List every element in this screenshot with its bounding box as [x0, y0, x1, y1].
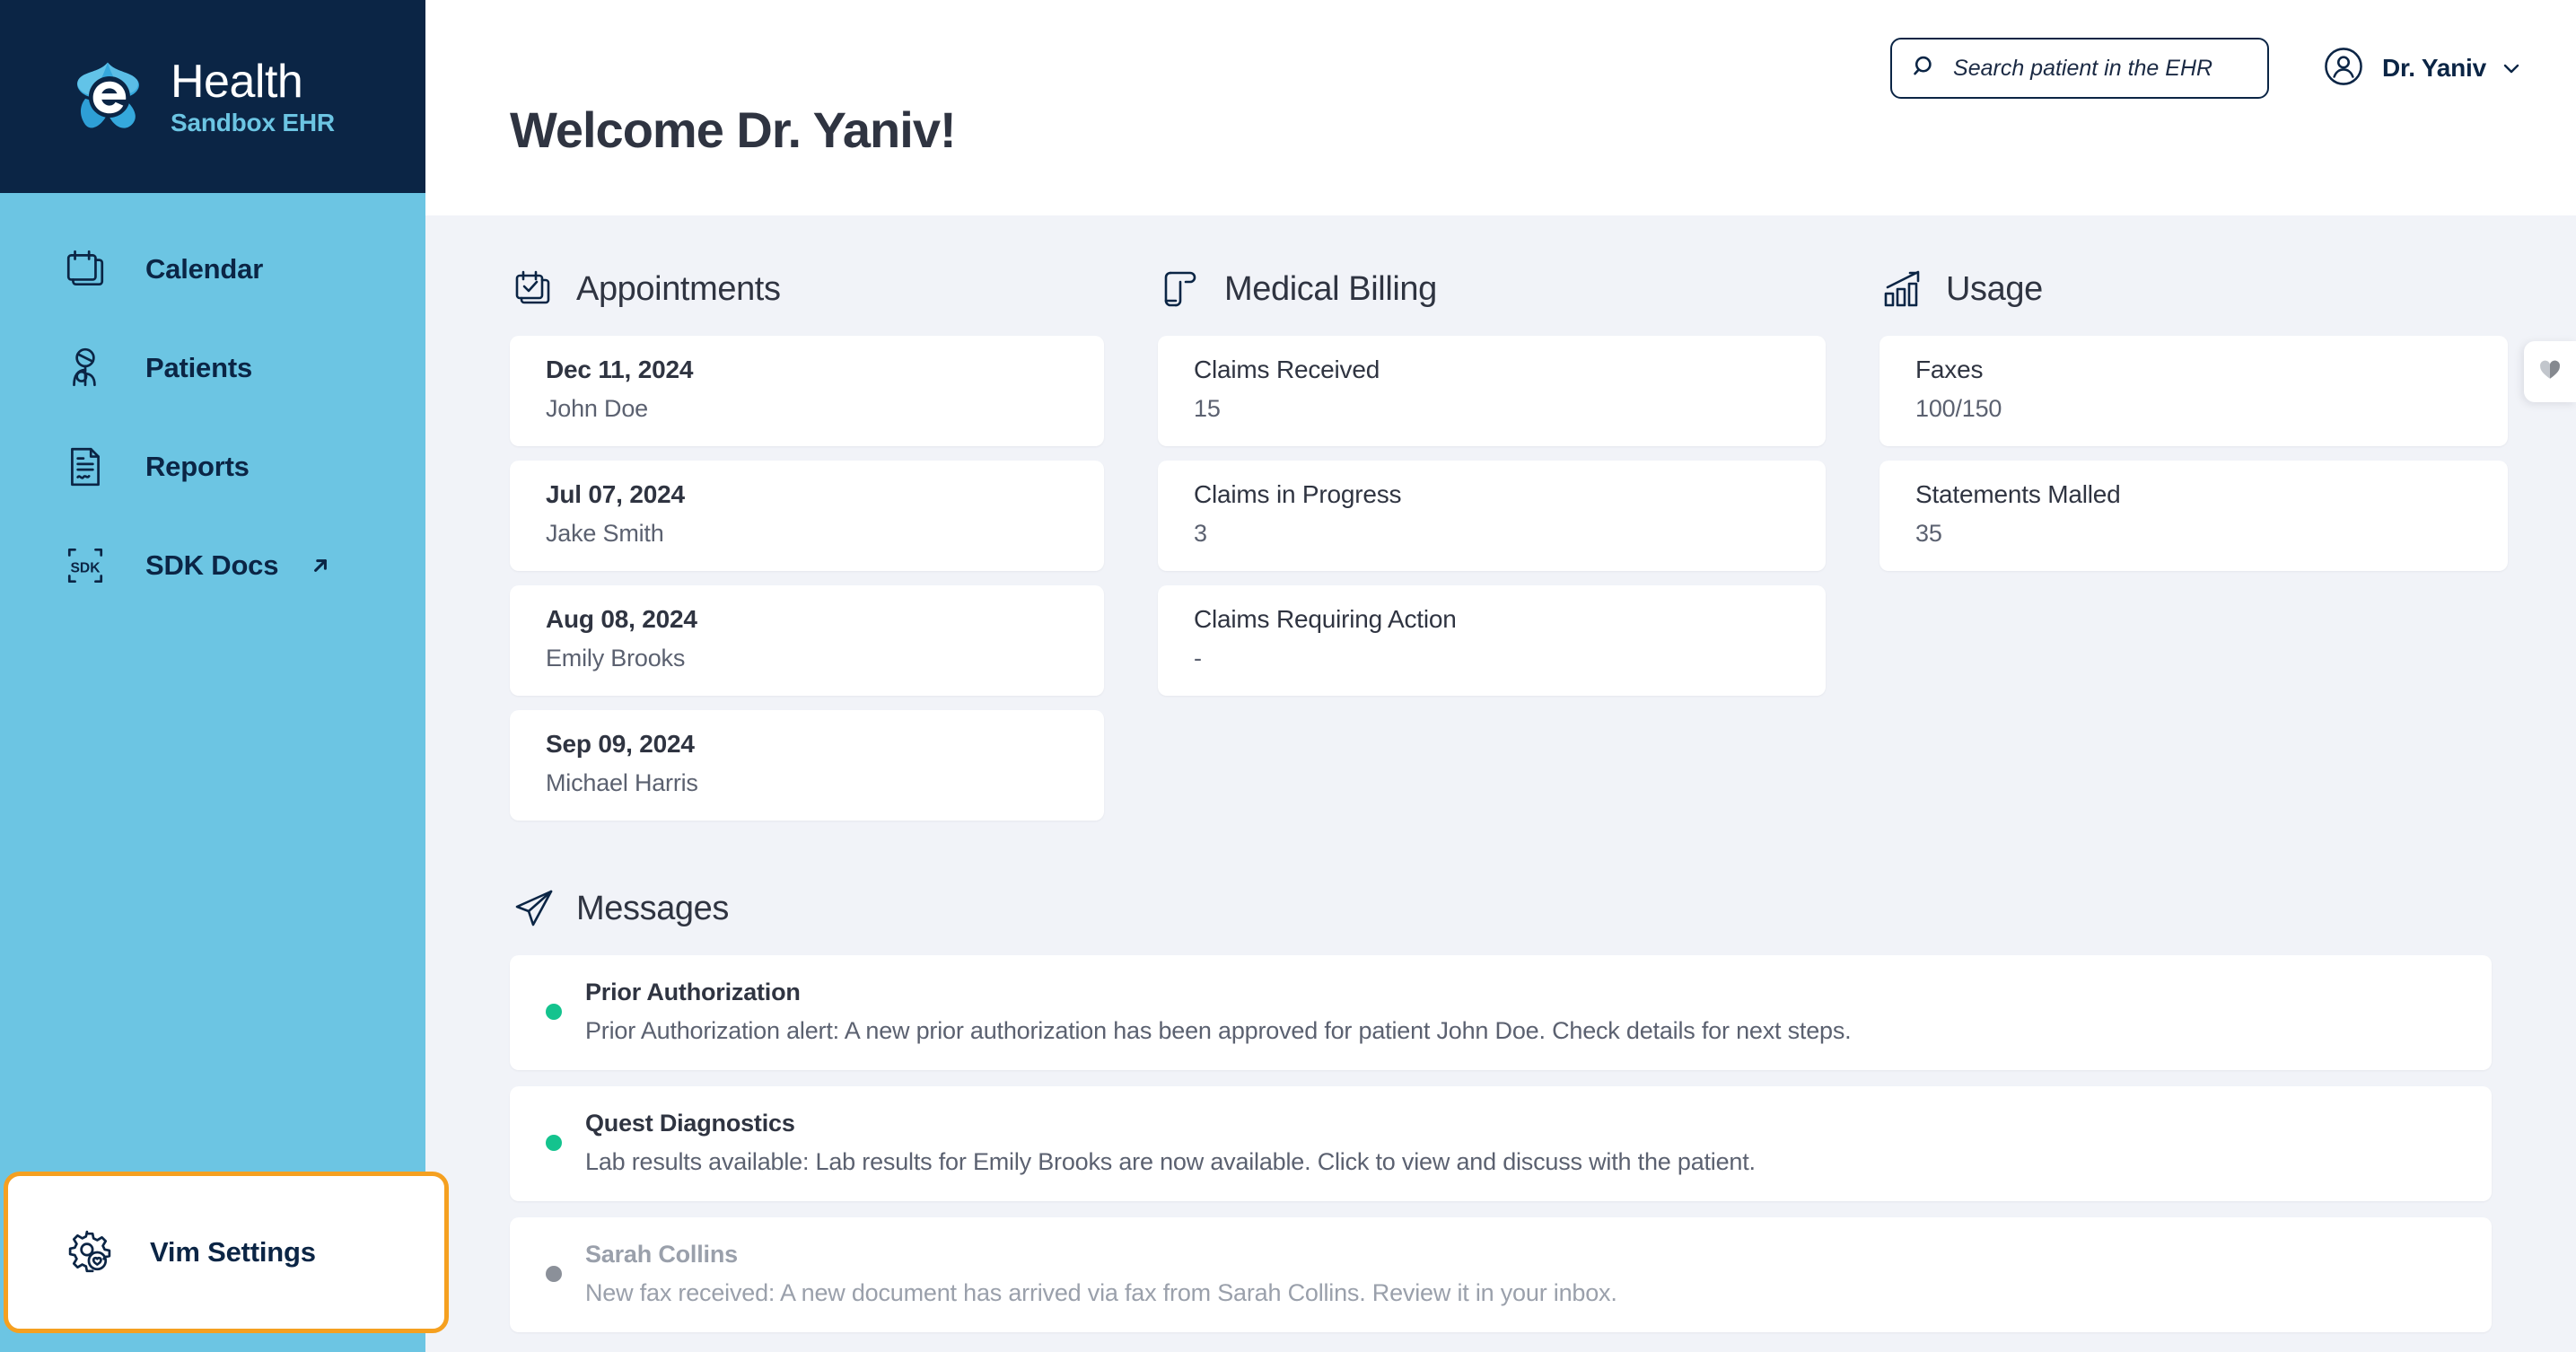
billing-value: 15	[1194, 395, 1221, 422]
top-bar-actions: Search patient in the EHR Dr. Yaniv	[1890, 38, 2522, 99]
message-body: Prior Authorization Prior Authorization …	[585, 979, 1852, 1045]
search-icon	[1912, 54, 1937, 83]
message-text: Lab results available: Lab results for E…	[585, 1148, 1756, 1175]
search-placeholder: Search patient in the EHR	[1953, 55, 2213, 81]
message-text: Prior Authorization alert: A new prior a…	[585, 1017, 1852, 1044]
sidebar-item-label: Vim Settings	[150, 1236, 316, 1268]
sidebar-item-label: SDK Docs	[145, 549, 279, 581]
section-title: Messages	[576, 889, 729, 927]
billing-value: 3	[1194, 520, 1207, 547]
appointment-card[interactable]: Aug 08, 2024 Emily Brooks	[510, 585, 1104, 696]
brand-tagline: Sandbox EHR	[171, 108, 335, 136]
patient-icon	[61, 344, 110, 392]
read-status-dot	[546, 1266, 562, 1282]
appointment-card[interactable]: Sep 09, 2024 Michael Harris	[510, 710, 1104, 821]
message-row[interactable]: Prior Authorization Prior Authorization …	[510, 955, 2492, 1070]
unread-status-dot	[546, 1004, 562, 1020]
billing-value: -	[1194, 645, 1202, 672]
medical-billing-header: Medical Billing	[1158, 266, 1826, 312]
calendar-icon	[61, 245, 110, 294]
app-root: Health Sandbox EHR Calendar Patients Rep…	[0, 0, 2576, 1352]
appointment-patient: Michael Harris	[546, 769, 698, 796]
page-title: Welcome Dr. Yaniv!	[510, 101, 957, 158]
appointment-patient: John Doe	[546, 395, 648, 422]
usage-chart-icon	[1879, 266, 1926, 312]
appointment-card[interactable]: Jul 07, 2024 Jake Smith	[510, 461, 1104, 571]
message-sender: Quest Diagnostics	[585, 1110, 795, 1137]
messages-header: Messages	[510, 885, 2492, 932]
usage-section: Usage Faxes 100/150 Statements Malled 35	[1879, 266, 2508, 835]
medical-billing-section: Medical Billing Claims Received 15 Claim…	[1158, 266, 1826, 835]
sidebar-item-calendar[interactable]: Calendar	[0, 220, 425, 319]
brand-logo[interactable]: Health Sandbox EHR	[0, 0, 425, 193]
message-row[interactable]: Quest Diagnostics Lab results available:…	[510, 1086, 2492, 1201]
appointment-patient: Jake Smith	[546, 520, 664, 547]
billing-card[interactable]: Claims Requiring Action -	[1158, 585, 1826, 696]
billing-scroll-icon	[1158, 266, 1205, 312]
message-row[interactable]: Sarah Collins New fax received: A new do…	[510, 1217, 2492, 1332]
appointment-card[interactable]: Dec 11, 2024 John Doe	[510, 336, 1104, 446]
sidebar: Health Sandbox EHR Calendar Patients Rep…	[0, 0, 449, 1352]
section-title: Appointments	[576, 269, 781, 308]
report-document-icon	[61, 443, 110, 491]
appointment-date: Aug 08, 2024	[546, 605, 697, 633]
appointment-date: Jul 07, 2024	[546, 480, 685, 508]
gear-heart-icon	[66, 1228, 114, 1277]
search-input[interactable]: Search patient in the EHR	[1890, 38, 2270, 99]
sidebar-item-patients[interactable]: Patients	[0, 319, 425, 417]
message-sender: Prior Authorization	[585, 979, 801, 1005]
sidebar-item-reports[interactable]: Reports	[0, 417, 425, 516]
billing-label: Claims in Progress	[1194, 480, 1402, 508]
appointment-patient: Emily Brooks	[546, 645, 686, 672]
sidebar-item-vim-settings[interactable]: Vim Settings	[4, 1172, 449, 1333]
messages-section: Messages Prior Authorization Prior Autho…	[510, 885, 2492, 1332]
message-body: Quest Diagnostics Lab results available:…	[585, 1110, 1756, 1176]
sidebar-item-label: Calendar	[145, 253, 264, 285]
ehealth-logo-icon	[65, 54, 151, 140]
brand-name: Health	[171, 55, 303, 108]
top-bar: Search patient in the EHR Dr. Yaniv Welc…	[425, 0, 2576, 215]
external-link-arrow-icon	[309, 554, 332, 577]
billing-card[interactable]: Claims Received 15	[1158, 336, 1826, 446]
billing-label: Claims Requiring Action	[1194, 605, 1457, 633]
user-avatar-icon	[2323, 46, 2364, 92]
main-area: Search patient in the EHR Dr. Yaniv Welc…	[425, 0, 2576, 1352]
dashboard-columns: Appointments Dec 11, 2024 John Doe Jul 0…	[510, 266, 2508, 835]
appointment-date: Sep 09, 2024	[546, 730, 695, 758]
sdk-icon: SDK	[61, 541, 110, 590]
section-title: Medical Billing	[1224, 269, 1437, 308]
sidebar-item-label: Patients	[145, 352, 252, 383]
chevron-down-icon[interactable]	[2501, 57, 2522, 79]
sidebar-item-label: Reports	[145, 451, 250, 482]
heart-icon	[2538, 358, 2562, 386]
message-text: New fax received: A new document has arr…	[585, 1279, 1617, 1306]
billing-card[interactable]: Claims in Progress 3	[1158, 461, 1826, 571]
usage-card[interactable]: Faxes 100/150	[1879, 336, 2508, 446]
usage-label: Statements Malled	[1915, 480, 2121, 508]
calendar-check-icon	[510, 266, 556, 312]
usage-value: 35	[1915, 520, 1942, 547]
usage-header: Usage	[1879, 266, 2508, 312]
sidebar-item-sdk-docs[interactable]: SDK SDK Docs	[0, 516, 425, 615]
usage-value: 100/150	[1915, 395, 2002, 422]
paper-plane-icon	[510, 885, 556, 932]
unread-status-dot	[546, 1135, 562, 1151]
appointment-date: Dec 11, 2024	[546, 356, 694, 383]
brand-text: Health Sandbox EHR	[171, 58, 335, 136]
usage-card[interactable]: Statements Malled 35	[1879, 461, 2508, 571]
svg-text:SDK: SDK	[71, 560, 101, 575]
usage-label: Faxes	[1915, 356, 1984, 383]
appointments-header: Appointments	[510, 266, 1104, 312]
message-body: Sarah Collins New fax received: A new do…	[585, 1241, 1617, 1307]
user-name: Dr. Yaniv	[2382, 54, 2486, 82]
appointments-section: Appointments Dec 11, 2024 John Doe Jul 0…	[510, 266, 1104, 835]
user-menu[interactable]: Dr. Yaniv	[2323, 46, 2522, 92]
message-sender: Sarah Collins	[585, 1241, 738, 1268]
billing-label: Claims Received	[1194, 356, 1380, 383]
favorites-tab[interactable]	[2524, 341, 2576, 402]
dashboard-content: Appointments Dec 11, 2024 John Doe Jul 0…	[425, 215, 2576, 1352]
section-title: Usage	[1946, 269, 2043, 308]
